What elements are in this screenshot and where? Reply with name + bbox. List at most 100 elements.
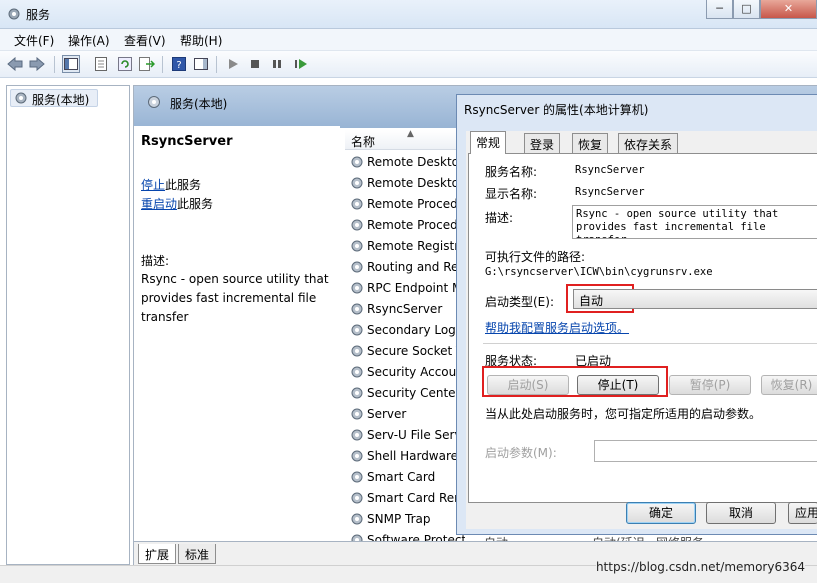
restart-link[interactable]: 重启动 xyxy=(141,197,177,211)
tab-recovery[interactable]: 恢复 xyxy=(572,133,609,153)
refresh-button[interactable] xyxy=(116,55,134,73)
service-row[interactable]: Shell Hardware Detection xyxy=(350,446,465,467)
service-gear-icon xyxy=(351,492,363,504)
service-row[interactable]: Remote Procedure Call (RPC) xyxy=(350,194,465,215)
service-row[interactable]: Remote Procedure Call (RPC) Locator xyxy=(350,215,465,236)
pause-button[interactable]: 暂停(P) xyxy=(669,375,751,395)
pause-icon xyxy=(273,60,281,68)
service-row[interactable]: Remote Registry xyxy=(350,236,465,257)
window-title: 服务 xyxy=(26,8,51,22)
exe-path-value: G:\rsyncserver\ICW\bin\cygrunsrv.exe xyxy=(485,266,713,278)
service-row[interactable]: RPC Endpoint Mapper xyxy=(350,278,465,299)
ok-button[interactable]: 确定 xyxy=(626,502,696,524)
service-row[interactable]: Smart Card xyxy=(350,467,465,488)
service-row-name: Server xyxy=(367,407,407,421)
restart-service-button[interactable] xyxy=(292,55,310,73)
service-row[interactable]: RsyncServer xyxy=(350,299,465,320)
startup-type-select[interactable]: 自动 xyxy=(573,289,817,309)
start-button[interactable]: 启动(S) xyxy=(487,375,569,395)
service-name-value: RsyncServer xyxy=(575,164,645,176)
help-icon: ? xyxy=(172,57,186,71)
service-gear-icon xyxy=(351,156,363,168)
service-row-name: Remote Registry xyxy=(367,239,465,253)
stop-link[interactable]: 停止 xyxy=(141,178,165,192)
divider xyxy=(483,343,817,344)
service-row[interactable]: Routing and Remote Access xyxy=(350,257,465,278)
service-row[interactable]: Smart Card Removal Policy xyxy=(350,488,465,509)
properties-button[interactable] xyxy=(92,55,110,73)
tab-extended[interactable]: 扩展 xyxy=(138,544,177,564)
show-action-pane-button[interactable] xyxy=(192,55,210,73)
start-params-input[interactable] xyxy=(594,440,817,462)
service-row[interactable]: Secure Socket Tunneling Protocol Service xyxy=(350,341,465,362)
help-configure-link[interactable]: 帮助我配置服务启动选项。 xyxy=(485,319,629,336)
service-row-name: RPC Endpoint Mapper xyxy=(367,281,465,295)
forward-arrow-icon xyxy=(29,57,45,71)
play-icon xyxy=(229,59,238,69)
properties-dialog: RsyncServer 的属性(本地计算机) 常规 登录 恢复 依存关系 服务名… xyxy=(456,94,817,535)
menu-help[interactable]: 帮助(H) xyxy=(180,32,222,49)
service-gear-icon xyxy=(351,408,363,420)
service-gear-icon xyxy=(351,450,363,462)
back-button[interactable] xyxy=(6,55,24,73)
svg-text:?: ? xyxy=(176,60,181,71)
service-gear-icon xyxy=(351,513,363,525)
status-bar: https://blog.csdn.net/memory6364 xyxy=(0,560,817,583)
tab-dependencies[interactable]: 依存关系 xyxy=(618,133,679,153)
apply-button[interactable]: 应用(A) xyxy=(788,502,817,524)
start-service-button[interactable] xyxy=(224,55,242,73)
display-name-label: 显示名称: xyxy=(485,187,538,201)
resume-button[interactable]: 恢复(R) xyxy=(761,375,817,395)
description-field[interactable]: Rsync - open source utility that provide… xyxy=(572,205,817,239)
toolbar: ? xyxy=(0,51,817,78)
service-row[interactable]: SNMP Trap xyxy=(350,509,465,530)
service-description: Rsync - open source utility that provide… xyxy=(141,272,329,324)
tab-standard[interactable]: 标准 xyxy=(178,544,217,564)
service-gear-icon xyxy=(351,345,363,357)
cancel-button[interactable]: 取消 xyxy=(706,502,776,524)
tab-logon[interactable]: 登录 xyxy=(524,133,561,153)
stop-service-button[interactable] xyxy=(246,55,264,73)
general-tab-panel: 服务名称: RsyncServer 显示名称: RsyncServer 描述: … xyxy=(468,153,817,503)
tree-item-services-local[interactable]: 服务(本地) xyxy=(10,89,98,107)
toolbar-separator xyxy=(216,56,217,73)
service-gear-icon xyxy=(351,198,363,210)
service-row-name: SNMP Trap xyxy=(367,512,431,526)
restart-suffix: 此服务 xyxy=(177,197,214,211)
help-button[interactable]: ? xyxy=(170,55,188,73)
column-header-name[interactable]: 名称 ▲ xyxy=(345,129,465,150)
tab-general[interactable]: 常规 xyxy=(470,131,507,154)
service-row[interactable]: Remote Desktop Services xyxy=(350,152,465,173)
service-row-name: Remote Desktop Services UserMode Port Re… xyxy=(367,176,465,190)
toolbar-separator xyxy=(162,56,163,73)
menu-view[interactable]: 查看(V) xyxy=(124,32,166,49)
service-row[interactable]: Server xyxy=(350,404,465,425)
forward-button[interactable] xyxy=(28,55,46,73)
export-list-button[interactable] xyxy=(138,55,156,73)
service-row[interactable]: Security Accounts Manager xyxy=(350,362,465,383)
service-row[interactable]: Secondary Logon xyxy=(350,320,465,341)
close-button[interactable]: ✕ xyxy=(760,0,817,19)
maximize-button[interactable]: □ xyxy=(733,0,760,19)
minimize-button[interactable]: ─ xyxy=(706,0,733,19)
pause-service-button[interactable] xyxy=(268,55,286,73)
service-gear-icon xyxy=(351,324,363,336)
show-console-tree-button[interactable] xyxy=(62,55,80,73)
service-row[interactable]: Remote Desktop Services UserMode Port Re… xyxy=(350,173,465,194)
stop-button[interactable]: 停止(T) xyxy=(577,375,659,395)
service-gear-icon xyxy=(351,471,363,483)
service-gear-icon xyxy=(351,282,363,294)
service-gear-icon xyxy=(351,240,363,252)
description-label: 描述: xyxy=(141,254,170,268)
menu-bar: 文件(F) 操作(A) 查看(V) 帮助(H) xyxy=(0,29,817,51)
menu-action[interactable]: 操作(A) xyxy=(68,32,110,49)
exe-path-label: 可执行文件的路径: xyxy=(485,250,586,264)
service-row-name: Secure Socket Tunneling Protocol Service xyxy=(367,344,465,358)
services-gear-icon xyxy=(15,92,27,104)
menu-file[interactable]: 文件(F) xyxy=(14,32,54,49)
dialog-body: 常规 登录 恢复 依存关系 服务名称: RsyncServer 显示名称: Rs… xyxy=(466,131,817,529)
service-row[interactable]: Serv-U File Server xyxy=(350,425,465,446)
console-tree: 服务(本地) xyxy=(6,85,130,565)
service-row[interactable]: Security Center xyxy=(350,383,465,404)
service-gear-icon xyxy=(351,366,363,378)
